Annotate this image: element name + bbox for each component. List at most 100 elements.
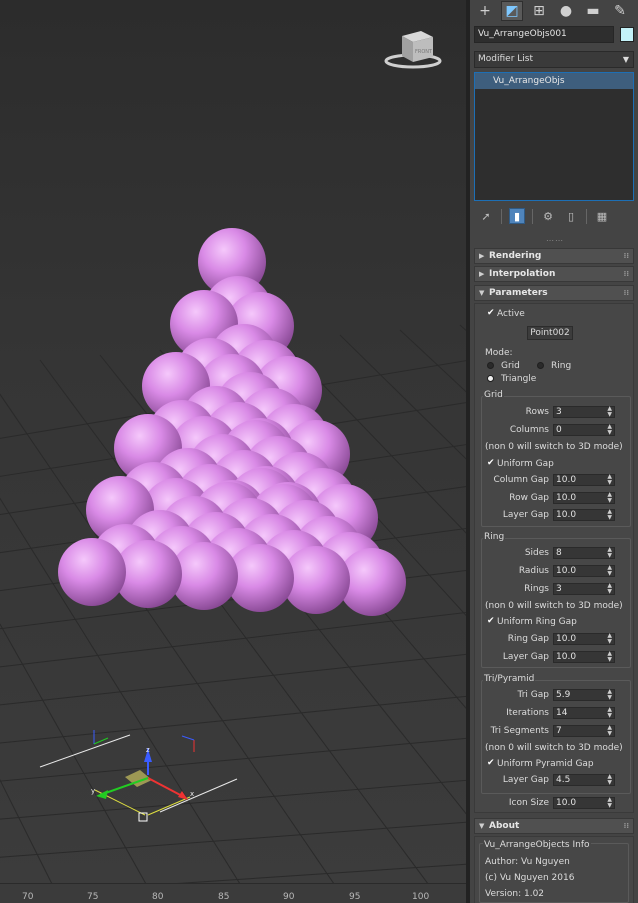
spinner-arrows-icon[interactable]: ▲ ▼ [607, 509, 612, 521]
tri-gap-spinner[interactable]: 5.9 ▲ ▼ [553, 689, 615, 701]
spinner-arrows-icon[interactable]: ▲ ▼ [607, 797, 612, 809]
spinner-arrows-icon[interactable]: ▲ ▼ [607, 633, 612, 645]
spinner-arrows-icon[interactable]: ▲ ▼ [607, 774, 612, 786]
object-name-field[interactable]: Vu_ArrangeObjs001 [474, 26, 614, 43]
sides-spinner[interactable]: 8 ▲ ▼ [553, 547, 615, 559]
ring-layer-gap-spinner[interactable]: 10.0 ▲ ▼ [553, 651, 615, 663]
modify-tab-icon[interactable]: ◩ [501, 1, 523, 21]
active-checkbox[interactable]: ✔ [487, 309, 495, 318]
toolbar-separator [586, 208, 587, 224]
spinner-arrows-icon[interactable]: ▲ ▼ [607, 565, 612, 577]
modifier-list-dropdown[interactable]: Modifier List ▼ [474, 51, 634, 68]
pin-stack-icon[interactable]: ➚ [478, 208, 494, 224]
about-body: Vu_ArrangeObjects Info Author: Vu Nguyen… [474, 836, 634, 903]
spinner-arrows-icon[interactable]: ▲ ▼ [607, 406, 612, 418]
display-tab-icon[interactable]: ▬ [582, 1, 604, 21]
scene-canvas[interactable]: z x y FRONT [0, 0, 466, 883]
spinner-arrows-icon[interactable]: ▲ ▼ [607, 651, 612, 663]
iterations-spinner[interactable]: 14 ▲ ▼ [553, 707, 615, 719]
panel-grip-icon[interactable]: ⋯⋯ [546, 236, 564, 245]
rollout-title: About [489, 821, 520, 831]
svg-text:x: x [190, 790, 194, 798]
uniform-ring-gap-label: Uniform Ring Gap [497, 617, 577, 627]
spinner-arrows-icon[interactable]: ▲ ▼ [607, 725, 612, 737]
rollout-title: Interpolation [489, 269, 556, 279]
mode-triangle-radio[interactable] [487, 375, 494, 382]
icon-size-spinner[interactable]: 10.0 ▲ ▼ [553, 797, 615, 809]
create-tab-icon[interactable]: + [474, 1, 496, 21]
timeline-tick-label: 75 [87, 892, 99, 902]
timeline-tick-label: 90 [283, 892, 295, 902]
row-gap-label: Row Gap [509, 493, 549, 503]
rollout-grip-icon: ⁞⁞ [623, 822, 629, 830]
rows-value: 3 [556, 407, 562, 417]
motion-tab-icon[interactable]: ● [555, 1, 577, 21]
layer-gap-spinner[interactable]: 10.0 ▲ ▼ [553, 509, 615, 521]
spinner-arrows-icon[interactable]: ▲ ▼ [607, 689, 612, 701]
viewcube-icon[interactable]: FRONT [384, 31, 442, 69]
sides-label: Sides [524, 548, 549, 558]
tri-layer-gap-label: Layer Gap [502, 775, 549, 785]
tri-layer-gap-spinner[interactable]: 4.5 ▲ ▼ [553, 774, 615, 786]
radius-spinner[interactable]: 10.0 ▲ ▼ [553, 565, 615, 577]
timeline-tick-label: 85 [218, 892, 230, 902]
tri-segments-value: 7 [556, 726, 562, 736]
ring-gap-spinner[interactable]: 10.0 ▲ ▼ [553, 633, 615, 645]
layer-gap-value: 10.0 [556, 510, 577, 520]
column-gap-spinner[interactable]: 10.0 ▲ ▼ [553, 474, 615, 486]
uniform-gap-label: Uniform Gap [497, 459, 554, 469]
perspective-viewport[interactable]: z x y FRONT 70 75 80 85 90 95 100 [0, 0, 466, 903]
timeline-ruler[interactable]: 70 75 80 85 90 95 100 [0, 883, 466, 903]
expanded-arrow-icon: ▼ [479, 289, 485, 297]
rollout-rendering[interactable]: ▶ Rendering ⁞⁞ [474, 248, 634, 264]
mode-grid-radio[interactable] [487, 362, 494, 369]
rollout-parameters[interactable]: ▼ Parameters ⁞⁞ [474, 285, 634, 301]
about-version: Version: 1.02 [485, 889, 545, 899]
uniform-gap-checkbox[interactable]: ✔ [487, 459, 495, 468]
radius-value: 10.0 [556, 566, 577, 576]
rings-value: 3 [556, 584, 562, 594]
rings-label: Rings [524, 584, 549, 594]
rollout-about[interactable]: ▼ About ⁞⁞ [474, 818, 634, 834]
hierarchy-tab-icon[interactable]: ⊞ [528, 1, 550, 21]
rows-label: Rows [525, 407, 549, 417]
modifier-stack[interactable]: Vu_ArrangeObjs [474, 72, 634, 201]
tri-gap-value: 5.9 [556, 690, 571, 700]
utilities-tab-icon[interactable]: ✎ [609, 1, 631, 21]
spinner-arrows-icon[interactable]: ▲ ▼ [607, 474, 612, 486]
uniform-ring-gap-checkbox[interactable]: ✔ [487, 617, 495, 626]
timeline-tick-label: 95 [349, 892, 361, 902]
rollout-interpolation[interactable]: ▶ Interpolation ⁞⁞ [474, 266, 634, 282]
spinner-arrows-icon[interactable]: ▲ ▼ [607, 424, 612, 436]
about-author: Author: Vu Nguyen [485, 857, 570, 867]
mode-ring-radio[interactable] [537, 362, 544, 369]
target-pick-button[interactable]: Point002 [527, 326, 573, 340]
uniform-pyramid-gap-checkbox[interactable]: ✔ [487, 759, 495, 768]
mode-grid-label: Grid [501, 361, 520, 371]
configure-sets-icon[interactable]: ▦ [594, 208, 610, 224]
spinner-arrows-icon[interactable]: ▲ ▼ [607, 492, 612, 504]
rings-spinner[interactable]: 3 ▲ ▼ [553, 583, 615, 595]
uniform-pyramid-gap-label: Uniform Pyramid Gap [497, 759, 594, 769]
stack-toolbar: ➚ ▮ ⚙ ▯ ▦ [474, 206, 634, 226]
rows-spinner[interactable]: 3 ▲ ▼ [553, 406, 615, 418]
dropdown-arrow-icon: ▼ [622, 55, 629, 64]
grid-group-title: Grid [483, 390, 504, 400]
sphere-object[interactable] [58, 538, 126, 606]
tri-segments-spinner[interactable]: 7 ▲ ▼ [553, 725, 615, 737]
sphere-pyramid[interactable] [58, 228, 406, 616]
spinner-arrows-icon[interactable]: ▲ ▼ [607, 583, 612, 595]
spinner-arrows-icon[interactable]: ▲ ▼ [607, 547, 612, 559]
spinner-arrows-icon[interactable]: ▲ ▼ [607, 707, 612, 719]
columns-spinner[interactable]: 0 ▲ ▼ [553, 424, 615, 436]
remove-modifier-icon[interactable]: ▯ [563, 208, 579, 224]
ring-gap-label: Ring Gap [507, 634, 549, 644]
expanded-arrow-icon: ▼ [479, 822, 485, 830]
object-color-swatch[interactable] [620, 27, 634, 42]
make-unique-icon[interactable]: ⚙ [540, 208, 556, 224]
timeline-tick-label: 70 [22, 892, 34, 902]
columns-label: Columns [509, 425, 549, 435]
stack-item[interactable]: Vu_ArrangeObjs [475, 73, 633, 89]
show-end-result-icon[interactable]: ▮ [509, 208, 525, 224]
row-gap-spinner[interactable]: 10.0 ▲ ▼ [553, 492, 615, 504]
